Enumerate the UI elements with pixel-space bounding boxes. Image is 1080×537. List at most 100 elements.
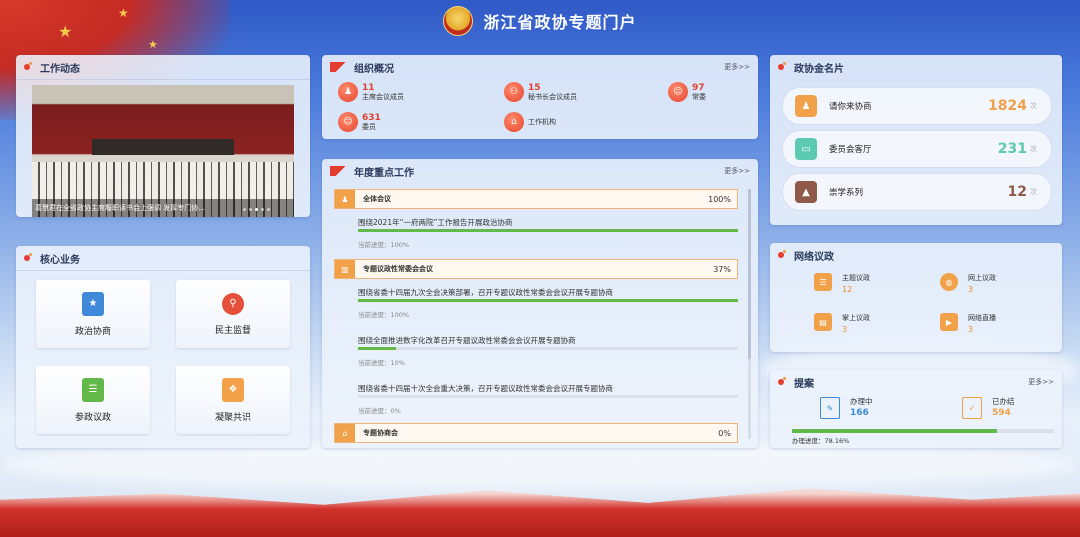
golden-item-value: 231 bbox=[997, 141, 1027, 157]
people-icon: ♟ bbox=[338, 82, 358, 102]
carousel-dot[interactable] bbox=[243, 208, 246, 211]
proposal-more-link[interactable]: 更多>> bbox=[1028, 377, 1054, 387]
golden-item-label: 请你来协商 bbox=[829, 102, 872, 112]
scrollbar-thumb[interactable] bbox=[748, 189, 751, 359]
person-icon: ☺ bbox=[338, 112, 358, 132]
network-item-value: 3 bbox=[968, 285, 974, 294]
core-item-label: 凝聚共识 bbox=[214, 412, 251, 423]
core-item-consensus[interactable]: ❖ 凝聚共识 bbox=[176, 366, 290, 434]
carousel-dot[interactable] bbox=[261, 208, 264, 211]
work-category-consultation[interactable]: ⌂ 专题协商会 0% bbox=[334, 423, 738, 443]
graduation-cap-icon: ▲ bbox=[795, 181, 817, 203]
network-item-label: 网络直播 bbox=[968, 314, 996, 322]
org-item-label: 秘书长会议成员 bbox=[528, 92, 577, 101]
work-category-label: 专题协商会 bbox=[363, 429, 398, 437]
core-panel-header: 核心业务 bbox=[16, 246, 310, 271]
proposal-progress-text: 办理进度：78.16% bbox=[792, 437, 850, 445]
task-title[interactable]: 围绕省委十四届九次全会决策部署，召开专题议政性常委会会议开展专题协商 bbox=[358, 287, 613, 298]
organization-icon: ⌂ bbox=[504, 112, 524, 132]
golden-item-consult[interactable]: ♟ 请你来协商 1824 次 bbox=[782, 87, 1052, 125]
network-item-value: 12 bbox=[842, 285, 853, 294]
proposal-done-value: 594 bbox=[992, 408, 1011, 418]
org-item-working-bodies[interactable]: ⌂ 工作机构 bbox=[504, 112, 556, 132]
people-icon: ♟ bbox=[335, 190, 355, 208]
task-title[interactable]: 围绕全面推进数字化改革召开专题议政性常委会会议开展专题协商 bbox=[358, 335, 576, 346]
carousel-dot[interactable] bbox=[249, 208, 252, 211]
golden-card-panel: 政协金名片 ♟ 请你来协商 1824 次 ▭ 委员会客厅 231 次 ▲ 崇学系… bbox=[770, 55, 1062, 225]
network-item-label: 主题议政 bbox=[842, 274, 870, 282]
network-panel-header: 网络议政 bbox=[770, 243, 1062, 267]
task-title[interactable]: 围绕省委十四届十次全会重大决策，召开专题议政性常委会会议开展专题协商 bbox=[358, 383, 613, 394]
core-item-participation[interactable]: ☰ 参政议政 bbox=[36, 366, 150, 434]
task-progress-fill bbox=[358, 229, 738, 232]
org-item-label: 委员 bbox=[362, 122, 376, 131]
annual-scrollbar[interactable] bbox=[748, 189, 751, 439]
golden-item-lounge[interactable]: ▭ 委员会客厅 231 次 bbox=[782, 130, 1052, 168]
org-item-number: 97 bbox=[692, 82, 705, 93]
network-item-online[interactable]: ◍ 网上议政 3 bbox=[940, 273, 996, 297]
annual-work-list[interactable]: ♟ 全体会议 100% 围绕2021年“一府两院”工作报告开展政治协商 当前进度… bbox=[334, 187, 738, 443]
org-panel-header: 组织概况 更多>> bbox=[322, 55, 758, 79]
core-business-panel: 核心业务 ★ 政治协商 ⚲ 民主监督 ☰ 参政议政 ❖ 凝聚共识 bbox=[16, 246, 310, 448]
proposal-progress-fill bbox=[792, 429, 997, 433]
network-panel: 网络议政 ☰ 主题议政 12 ◍ 网上议政 3 ▤ 掌上议政 3 ▶ 网络直播 3 bbox=[770, 243, 1062, 352]
proposal-done[interactable]: ✓ 已办结 594 bbox=[962, 396, 1015, 420]
proposal-done-label: 已办结 bbox=[992, 397, 1015, 406]
sofa-icon: ▭ bbox=[795, 138, 817, 160]
checklist-icon: ☰ bbox=[82, 377, 104, 402]
file-done-icon: ✓ bbox=[962, 397, 982, 419]
network-item-live[interactable]: ▶ 网络直播 3 bbox=[940, 313, 996, 337]
network-item-label: 掌上议政 bbox=[842, 314, 870, 322]
golden-panel-header: 政协金名片 bbox=[770, 55, 1062, 79]
globe-icon: ◍ bbox=[940, 273, 958, 291]
golden-item-unit: 次 bbox=[1030, 145, 1037, 153]
org-more-link[interactable]: 更多>> bbox=[724, 62, 750, 72]
annual-more-link[interactable]: 更多>> bbox=[724, 166, 750, 176]
work-category-plenary[interactable]: ♟ 全体会议 100% bbox=[334, 189, 738, 209]
org-item-label: 常委 bbox=[692, 92, 706, 101]
section-tag-icon bbox=[778, 250, 788, 260]
golden-item-study[interactable]: ▲ 崇学系列 12 次 bbox=[782, 173, 1052, 211]
carousel-dot-active[interactable] bbox=[255, 208, 258, 211]
task-title[interactable]: 围绕2021年“一府两院”工作报告开展政治协商 bbox=[358, 217, 512, 228]
org-item-members[interactable]: ☺ 631 委员 bbox=[338, 112, 381, 132]
org-item-label: 主席会议成员 bbox=[362, 92, 404, 101]
org-item-number: 15 bbox=[528, 82, 541, 93]
golden-item-value: 1824 bbox=[988, 98, 1027, 114]
org-item-secretary-members[interactable]: ⚇ 15 秘书长会议成员 bbox=[504, 82, 577, 102]
document-star-icon: ★ bbox=[82, 291, 104, 316]
work-category-percent: 37% bbox=[713, 264, 731, 274]
core-item-label: 参政议政 bbox=[74, 412, 111, 423]
building-icon: ▥ bbox=[335, 260, 355, 278]
network-item-topic[interactable]: ☰ 主题议政 12 bbox=[814, 273, 870, 297]
golden-item-label: 委员会客厅 bbox=[829, 145, 872, 155]
person-search-icon: ⚲ bbox=[222, 292, 244, 315]
cppcc-emblem-icon bbox=[443, 6, 474, 36]
org-item-standing-committee[interactable]: ☺ 97 常委 bbox=[668, 82, 706, 102]
work-category-standing-meeting[interactable]: ▥ 专题议政性常委会会议 37% bbox=[334, 259, 738, 279]
core-item-political-consultation[interactable]: ★ 政治协商 bbox=[36, 280, 150, 348]
book-icon: ❖ bbox=[222, 377, 244, 402]
annual-work-panel: 年度重点工作 更多>> ♟ 全体会议 100% 围绕2021年“一府两院”工作报… bbox=[322, 159, 758, 448]
carousel-dots bbox=[243, 208, 270, 211]
carousel-dot[interactable] bbox=[267, 208, 270, 211]
org-item-chair-members[interactable]: ♟ 11 主席会议成员 bbox=[338, 82, 404, 102]
core-item-democratic-supervision[interactable]: ⚲ 民主监督 bbox=[176, 280, 290, 348]
golden-item-unit: 次 bbox=[1030, 102, 1037, 110]
news-carousel-image[interactable]: 葛慧君在全省政协主席履职读书会上强调 发挥专门协... bbox=[32, 85, 294, 217]
task-progress-bar bbox=[358, 395, 738, 398]
network-item-mobile[interactable]: ▤ 掌上议政 3 bbox=[814, 313, 870, 337]
golden-item-label: 崇学系列 bbox=[829, 188, 864, 198]
site-title: 浙江省政协专题门户 bbox=[483, 13, 637, 32]
network-panel-title: 网络议政 bbox=[794, 251, 834, 263]
org-panel-title: 组织概况 bbox=[354, 63, 394, 75]
proposal-panel: 提案 更多>> ✎ 办理中 166 ✓ 已办结 594 办理进度：78.16% bbox=[770, 370, 1062, 448]
org-item-label: 工作机构 bbox=[528, 117, 556, 126]
task-progress-fill bbox=[358, 299, 738, 302]
proposal-processing-label: 办理中 bbox=[850, 397, 873, 406]
video-camera-icon: ▶ bbox=[940, 313, 958, 331]
news-panel-title: 工作动态 bbox=[40, 63, 80, 75]
mobile-icon: ▤ bbox=[814, 313, 832, 331]
proposal-processing[interactable]: ✎ 办理中 166 bbox=[820, 396, 873, 420]
file-processing-icon: ✎ bbox=[820, 397, 840, 419]
